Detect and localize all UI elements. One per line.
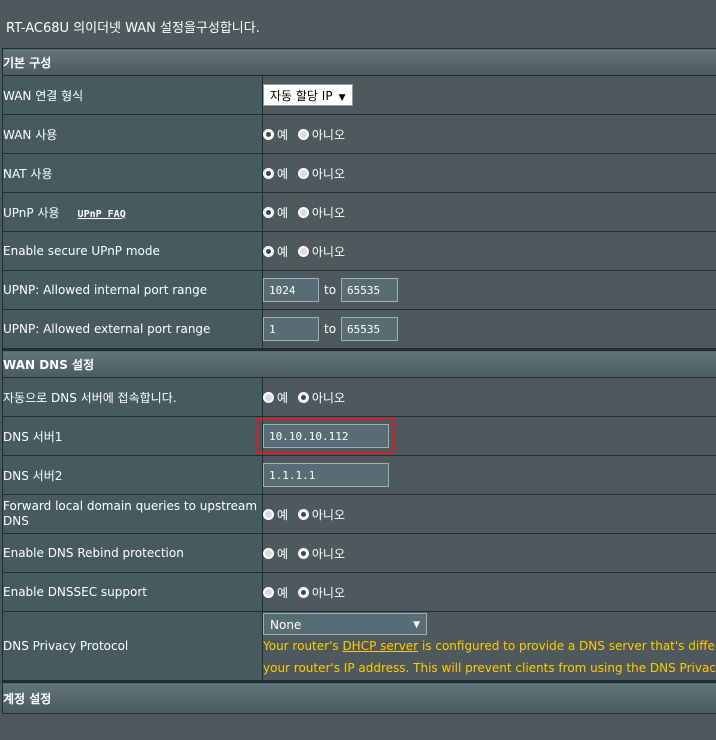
- external-port-range-label: UPNP: Allowed external port range: [2, 309, 263, 350]
- external-port-range-row: UPNP: Allowed external port range 1 to 655…: [2, 309, 716, 350]
- secure-upnp-yes-radio[interactable]: [263, 245, 274, 257]
- dns-privacy-note: Your router's DHCP server is configured …: [263, 635, 716, 679]
- secure-upnp-label: Enable secure UPnP mode: [2, 231, 263, 271]
- internal-port-to-input[interactable]: 65535: [341, 278, 399, 302]
- dns-rebind-yes-radio[interactable]: [263, 547, 274, 559]
- internal-port-range-label: UPNP: Allowed internal port range: [2, 270, 263, 310]
- wan-enable-yes-label: 예: [277, 127, 289, 142]
- dns-rebind-no-radio[interactable]: [297, 547, 309, 559]
- wan-enable-label: WAN 사용: [2, 114, 263, 154]
- secure-upnp-yes-label: 예: [277, 244, 289, 259]
- auto-dns-label: 자동으로 DNS 서버에 접속합니다.: [2, 377, 263, 417]
- upnp-enable-row: UPnP 사용 UPnP FAQ 예 아니오: [2, 192, 716, 232]
- section-basic-title: 기본 구성: [2, 48, 716, 76]
- forward-local-no-label: 아니오: [311, 507, 345, 522]
- auto-dns-yes-radio[interactable]: [263, 391, 274, 403]
- upnp-enable-no-radio[interactable]: [297, 206, 309, 218]
- secure-upnp-row: Enable secure UPnP mode 예 아니오: [2, 231, 716, 271]
- nat-enable-row: NAT 사용 예 아니오: [2, 153, 716, 193]
- dns1-input[interactable]: 10.10.10.112: [257, 418, 395, 454]
- auto-dns-yes-label: 예: [277, 390, 289, 405]
- wan-enable-no-label: 아니오: [311, 127, 345, 142]
- dns-rebind-no-label: 아니오: [311, 546, 345, 561]
- auto-dns-row: 자동으로 DNS 서버에 접속합니다. 예 아니오: [2, 377, 716, 417]
- nat-enable-yes-label: 예: [277, 166, 289, 181]
- secure-upnp-no-label: 아니오: [311, 244, 345, 259]
- wan-type-value: 자동 할당 IP: [270, 89, 333, 103]
- external-port-from-input[interactable]: 1: [263, 317, 319, 341]
- wan-type-label: WAN 연결 형식: [2, 75, 263, 115]
- forward-local-label: Forward local domain queries to upstream…: [2, 494, 263, 534]
- dropdown-arrow-icon: ▼: [338, 93, 346, 103]
- upnp-enable-no-label: 아니오: [311, 205, 345, 220]
- dns-rebind-label: Enable DNS Rebind protection: [2, 533, 263, 573]
- dns2-input[interactable]: 1.1.1.1: [263, 463, 389, 487]
- wan-enable-no-radio[interactable]: [297, 128, 309, 140]
- dns-privacy-select[interactable]: None ▼: [263, 613, 427, 635]
- dns-privacy-value: None: [270, 618, 302, 632]
- internal-port-range-row: UPNP: Allowed internal port range 1024 to…: [2, 270, 716, 310]
- upnp-faq-link[interactable]: UPnP FAQ: [78, 209, 126, 220]
- dropdown-arrow-icon: ▼: [413, 620, 420, 630]
- dnssec-yes-radio[interactable]: [263, 586, 274, 598]
- dhcp-server-link[interactable]: DHCP server: [342, 639, 418, 653]
- external-port-to-label: to: [324, 322, 337, 336]
- secure-upnp-no-radio[interactable]: [297, 245, 309, 257]
- internal-port-to-label: to: [324, 283, 337, 297]
- forward-local-yes-radio[interactable]: [263, 508, 274, 520]
- forward-local-no-radio[interactable]: [297, 508, 309, 520]
- note-line2: your router's IP address. This will prev…: [263, 661, 716, 675]
- nat-enable-label: NAT 사용: [2, 153, 263, 193]
- wan-enable-row: WAN 사용 예 아니오: [2, 114, 716, 154]
- wan-type-select[interactable]: 자동 할당 IP ▼: [263, 84, 353, 106]
- dns1-label: DNS 서버1: [2, 416, 263, 456]
- note-line1-rest: is configured to provide a DNS server th…: [421, 639, 716, 653]
- dns-rebind-yes-label: 예: [277, 546, 289, 561]
- nat-enable-yes-radio[interactable]: [263, 167, 274, 179]
- dns-privacy-label: DNS Privacy Protocol: [2, 611, 263, 682]
- dns2-label: DNS 서버2: [2, 455, 263, 495]
- dns2-row: DNS 서버2 1.1.1.1: [2, 455, 716, 495]
- dnssec-row: Enable DNSSEC support 예 아니오: [2, 572, 716, 612]
- nat-enable-no-label: 아니오: [311, 166, 345, 181]
- dns-rebind-row: Enable DNS Rebind protection 예 아니오: [2, 533, 716, 573]
- auto-dns-no-radio[interactable]: [297, 391, 309, 403]
- dnssec-label: Enable DNSSEC support: [2, 572, 263, 612]
- section-dns-title: WAN DNS 설정: [2, 348, 716, 378]
- auto-dns-no-label: 아니오: [311, 390, 345, 405]
- upnp-enable-yes-radio[interactable]: [263, 206, 274, 218]
- dns1-row: DNS 서버1 10.10.10.112: [2, 416, 716, 456]
- dnssec-no-label: 아니오: [311, 585, 345, 600]
- wan-enable-yes-radio[interactable]: [263, 128, 274, 140]
- forward-local-yes-label: 예: [277, 507, 289, 522]
- wan-type-row: WAN 연결 형식 자동 할당 IP ▼: [2, 75, 716, 115]
- wan-settings-table: 기본 구성 WAN 연결 형식 자동 할당 IP ▼ WAN 사용 예 아니오 N…: [2, 48, 716, 714]
- dnssec-yes-label: 예: [277, 585, 289, 600]
- section-account-title: 계정 설정: [2, 680, 716, 714]
- dns-privacy-row: DNS Privacy Protocol None ▼ Your router's…: [2, 611, 716, 682]
- dnssec-no-radio[interactable]: [297, 586, 309, 598]
- page-intro: RT-AC68U 의이더넷 WAN 설정을구성합니다.: [6, 21, 260, 36]
- nat-enable-no-radio[interactable]: [297, 167, 309, 179]
- note-prefix: Your router's: [263, 639, 343, 653]
- upnp-enable-label: UPnP 사용: [3, 205, 60, 220]
- upnp-enable-yes-label: 예: [277, 205, 289, 220]
- internal-port-from-input[interactable]: 1024: [263, 278, 319, 302]
- forward-local-row: Forward local domain queries to upstream…: [2, 494, 716, 534]
- external-port-to-input[interactable]: 65535: [341, 317, 399, 341]
